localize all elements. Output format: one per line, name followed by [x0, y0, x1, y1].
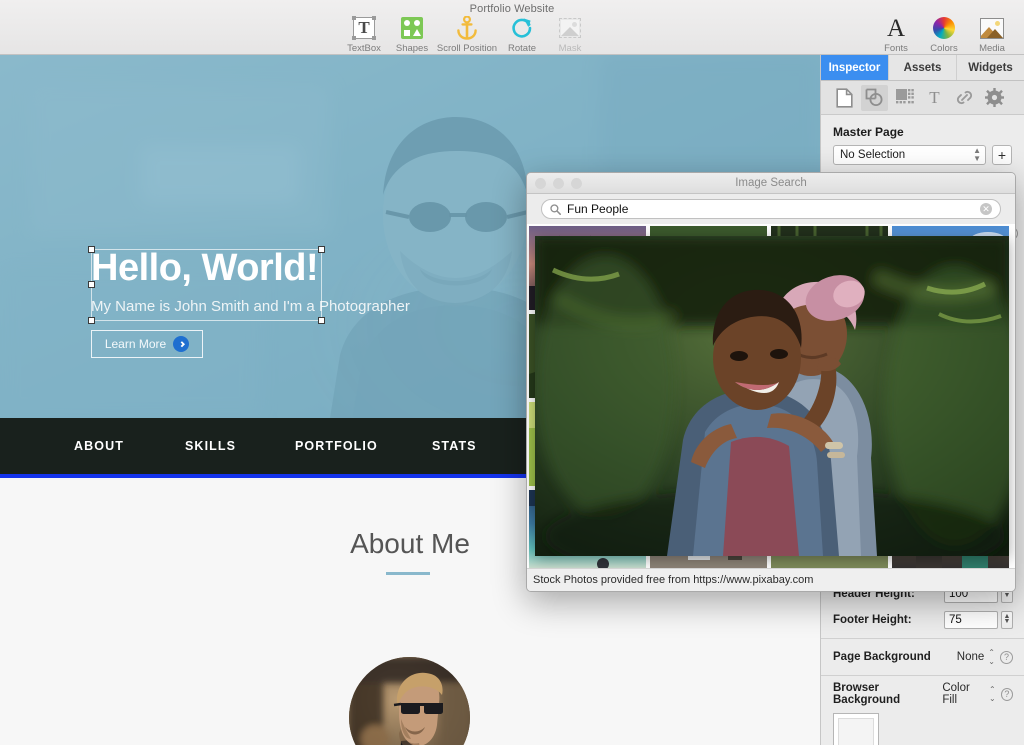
anchor-icon [456, 15, 478, 41]
master-page-group: Master Page No Selection ▲ ▼ + [821, 115, 1024, 175]
divider-1 [821, 638, 1024, 639]
rotate-tool-label: Rotate [508, 43, 536, 54]
nav-item-about[interactable]: ABOUT [74, 439, 124, 453]
master-page-title: Master Page [833, 125, 904, 139]
textbox-tool[interactable]: TextBox [340, 15, 388, 54]
hero-text-block[interactable]: Hello, World! My Name is John Smith and … [91, 247, 551, 315]
scroll-position-tool[interactable]: Scroll Position [436, 15, 498, 54]
arrow-right-icon [173, 336, 190, 352]
textbox-icon [352, 15, 376, 41]
nav-item-portfolio[interactable]: PORTFOLIO [295, 439, 378, 453]
learn-more-label: Learn More [104, 337, 167, 351]
search-results-grid[interactable] [527, 224, 1015, 570]
fonts-tool-label: Fonts [884, 43, 908, 54]
link-icon[interactable] [951, 85, 978, 111]
inspector-tabs: Inspector Assets Widgets [821, 55, 1024, 81]
text-icon[interactable]: T [921, 85, 948, 111]
master-page-value: No Selection [840, 149, 906, 161]
dialog-search-bar: Fun People ✕ [527, 194, 1015, 224]
shapes-icon [401, 15, 423, 41]
clear-search-icon[interactable]: ✕ [980, 203, 992, 215]
mask-icon [559, 15, 581, 41]
tab-widgets[interactable]: Widgets [957, 55, 1024, 80]
main-toolbar: Portfolio Website TextBox Shapes [0, 0, 1024, 55]
dialog-footer: Stock Photos provided free from https://… [527, 568, 1015, 591]
help-icon-page-background[interactable]: ? [1000, 650, 1013, 664]
mask-tool[interactable]: Mask [546, 15, 594, 54]
scroll-position-tool-label: Scroll Position [436, 43, 498, 54]
rotate-icon [510, 15, 534, 41]
inspector-icon-row: T [821, 81, 1024, 115]
footer-height-row: Footer Height: 75 ▲ ▼ [821, 609, 1024, 631]
fill-icon[interactable] [891, 85, 918, 111]
about-underline [386, 572, 430, 575]
toolbar-center-group: TextBox Shapes Scroll Position [340, 15, 594, 54]
browser-background-value[interactable]: Color Fill [942, 682, 985, 706]
app-window: Portfolio Website TextBox Shapes [0, 0, 1024, 745]
fonts-tool[interactable]: A Fonts [872, 14, 920, 55]
rotate-tool[interactable]: Rotate [498, 15, 546, 54]
color-wheel-icon [933, 15, 955, 41]
dialog-footer-text: Stock Photos provided free from https://… [533, 574, 814, 586]
page-background-value[interactable]: None [957, 651, 985, 663]
dialog-title: Image Search [735, 177, 807, 189]
footer-height-stepper[interactable]: ▲ ▼ [1001, 611, 1013, 629]
page-icon[interactable] [831, 85, 858, 111]
arrange-icon[interactable] [861, 84, 888, 111]
footer-height-label: Footer Height: [833, 614, 912, 626]
colors-tool-label: Colors [930, 43, 958, 54]
shapes-tool[interactable]: Shapes [388, 15, 436, 54]
tab-inspector[interactable]: Inspector [821, 55, 889, 80]
search-icon [550, 203, 561, 215]
page-settings-group: Header Height: 100 ▲▼ Footer Height: 75 … [821, 583, 1024, 745]
tab-assets[interactable]: Assets [889, 55, 957, 80]
add-master-page-button[interactable]: + [992, 145, 1012, 165]
image-search-dialog[interactable]: Image Search Fun People ✕ Stock Photos p… [526, 172, 1016, 592]
media-tool[interactable]: Media [968, 15, 1016, 54]
learn-more-button[interactable]: Learn More [91, 330, 203, 358]
document-title: Portfolio Website [469, 3, 555, 15]
page-background-label: Page Background [833, 651, 931, 663]
chevron-updown-icon-browser-bg[interactable]: ⌃ ⌄ [989, 685, 996, 703]
shapes-tool-label: Shapes [395, 43, 429, 54]
browser-background-row: Browser Background Color Fill ⌃ ⌄ ? [821, 682, 1024, 706]
search-query-value: Fun People [567, 202, 629, 216]
master-page-row: No Selection ▲ ▼ + [833, 145, 1012, 165]
fonts-icon: A [886, 14, 906, 42]
colors-tool[interactable]: Colors [920, 15, 968, 54]
settings-gear-icon[interactable] [981, 85, 1008, 111]
media-tool-label: Media [979, 43, 1005, 54]
toolbar-right-group: A Fonts Colors Media [872, 14, 1016, 55]
help-icon-browser-background[interactable]: ? [1000, 687, 1013, 701]
divider-2 [821, 675, 1024, 676]
master-page-select[interactable]: No Selection ▲ ▼ [833, 145, 986, 165]
chevron-updown-icon-page-bg[interactable]: ⌃ ⌄ [988, 648, 995, 666]
textbox-tool-label: TextBox [347, 43, 381, 54]
hero-heading: Hello, World! [91, 247, 319, 289]
footer-height-input[interactable]: 75 [944, 611, 998, 629]
page-background-row: Page Background None ⌃ ⌄ ? [821, 646, 1024, 668]
browser-background-label: Browser Background [833, 682, 901, 706]
search-input[interactable]: Fun People ✕ [541, 199, 1001, 219]
hero-subheading: My Name is John Smith and I'm a Photogra… [91, 297, 410, 315]
nav-item-stats[interactable]: STATS [432, 439, 477, 453]
media-icon [980, 15, 1004, 41]
dialog-titlebar[interactable]: Image Search [527, 173, 1015, 194]
mask-tool-label: Mask [558, 43, 582, 54]
chevron-updown-icon: ▲ ▼ [973, 146, 981, 163]
nav-item-skills[interactable]: SKILLS [185, 439, 236, 453]
browser-background-color-swatch[interactable] [833, 713, 879, 745]
image-preview[interactable] [535, 236, 1009, 556]
